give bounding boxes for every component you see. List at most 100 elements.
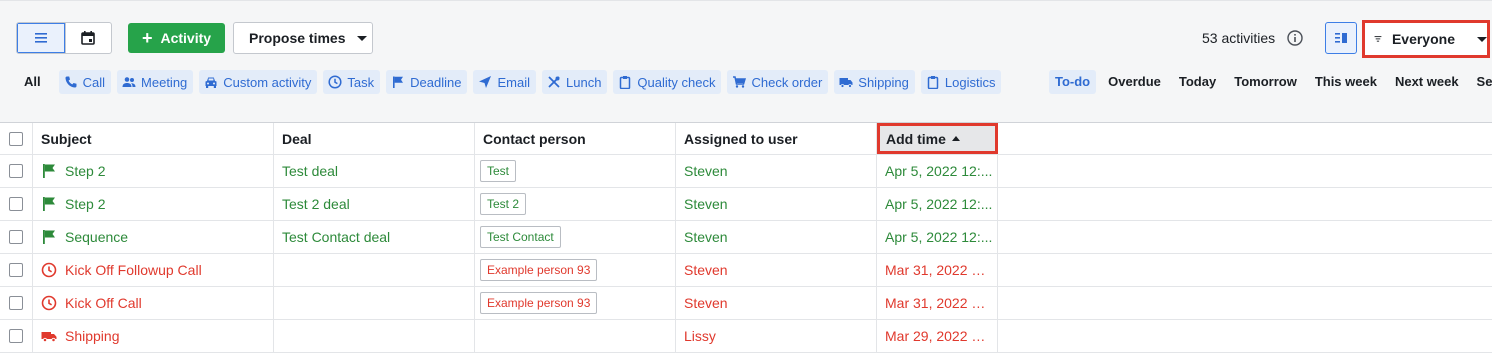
deal-cell[interactable]: Test 2 deal (274, 188, 475, 220)
table-row[interactable]: Sequence Test Contact deal Test Contact … (0, 221, 1492, 254)
filter-lunch[interactable]: Lunch (542, 70, 608, 94)
subject-cell[interactable]: Step 2 (33, 188, 274, 220)
row-select-cell (0, 254, 33, 286)
info-icon[interactable] (1287, 30, 1303, 46)
period-tomorrow[interactable]: Tomorrow (1228, 70, 1303, 94)
filter-meeting-label: Meeting (141, 74, 188, 90)
car-icon (205, 77, 217, 88)
owner-filter-label: Everyone (1391, 31, 1455, 47)
deal-link[interactable]: Test 2 deal (282, 196, 350, 212)
clock-icon (41, 262, 57, 278)
filter-shipping[interactable]: Shipping (834, 70, 915, 94)
period-select[interactable]: Select p (1471, 70, 1492, 94)
column-add-time[interactable]: Add time (877, 123, 998, 154)
calendar-view-button[interactable] (64, 23, 112, 53)
period-today[interactable]: Today (1173, 70, 1222, 94)
column-contact-person[interactable]: Contact person (475, 123, 676, 154)
filter-check-order[interactable]: Check order (727, 70, 829, 94)
split-view-button[interactable] (1325, 22, 1357, 54)
subject-cell[interactable]: Shipping (33, 320, 274, 352)
filter-logistics[interactable]: Logistics (920, 70, 1002, 94)
deal-cell[interactable] (274, 254, 475, 286)
row-checkbox[interactable] (9, 230, 23, 244)
contact-cell[interactable]: Example person 93 (475, 254, 676, 286)
filter-quality-check[interactable]: Quality check (613, 70, 722, 94)
contact-cell[interactable]: Test (475, 155, 676, 187)
column-assigned-user[interactable]: Assigned to user (676, 123, 877, 154)
filter-email[interactable]: Email (473, 70, 536, 94)
deal-link[interactable]: Test Contact deal (282, 229, 390, 245)
period-overdue[interactable]: Overdue (1102, 70, 1167, 94)
subject-cell[interactable]: Step 2 (33, 155, 274, 187)
flag-icon (43, 230, 55, 244)
filter-call[interactable]: Call (58, 70, 112, 94)
subject-link[interactable]: Kick Off Call (65, 295, 142, 311)
subject-cell[interactable]: Sequence (33, 221, 274, 253)
contact-cell[interactable]: Test Contact (475, 221, 676, 253)
propose-times-button[interactable]: Propose times (233, 22, 373, 54)
subject-link[interactable]: Sequence (65, 229, 128, 245)
period-next-week[interactable]: Next week (1389, 70, 1465, 94)
row-filler (998, 155, 1492, 187)
contact-tag[interactable]: Test 2 (480, 193, 527, 215)
contact-cell[interactable]: Example person 93 (475, 287, 676, 319)
period-this-week[interactable]: This week (1309, 70, 1383, 94)
column-deal[interactable]: Deal (274, 123, 475, 154)
row-checkbox[interactable] (9, 164, 23, 178)
filter-meeting[interactable]: Meeting (117, 70, 194, 94)
contact-tag[interactable]: Test Contact (480, 226, 561, 248)
filter-deadline[interactable]: Deadline (386, 70, 468, 94)
add-time-value: Mar 29, 2022 5:... (885, 328, 993, 344)
deal-cell[interactable]: Test deal (274, 155, 475, 187)
user-cell: Lissy (676, 320, 877, 352)
deal-cell[interactable] (274, 320, 475, 352)
row-checkbox[interactable] (9, 197, 23, 211)
assigned-user: Steven (684, 196, 728, 212)
row-checkbox[interactable] (9, 329, 23, 343)
cart-icon (733, 76, 747, 88)
contact-tag[interactable]: Example person 93 (480, 259, 598, 281)
subject-cell[interactable]: Kick Off Call (33, 287, 274, 319)
add-time-cell: Mar 31, 2022 9:... (877, 254, 998, 286)
subject-cell[interactable]: Kick Off Followup Call (33, 254, 274, 286)
period-todo[interactable]: To-do (1049, 70, 1097, 94)
deal-cell[interactable] (274, 287, 475, 319)
contact-tag[interactable]: Test (480, 160, 517, 182)
contact-cell[interactable] (475, 320, 676, 352)
user-cell: Steven (676, 287, 877, 319)
owner-filter-dropdown[interactable]: Everyone (1362, 20, 1490, 58)
table-row[interactable]: Kick Off Followup Call Example person 93… (0, 254, 1492, 287)
filter-task[interactable]: Task (323, 70, 381, 94)
assigned-user: Steven (684, 295, 728, 311)
filter-task-label: Task (347, 74, 375, 90)
row-filler (998, 320, 1492, 352)
deal-cell[interactable]: Test Contact deal (274, 221, 475, 253)
add-time-value: Mar 31, 2022 9:... (885, 295, 993, 311)
subject-link[interactable]: Shipping (65, 328, 120, 344)
flag-icon (393, 76, 404, 88)
subject-link[interactable]: Step 2 (65, 163, 105, 179)
contact-cell[interactable]: Test 2 (475, 188, 676, 220)
table-row[interactable]: Step 2 Test 2 deal Test 2 Steven Apr 5, … (0, 188, 1492, 221)
table-row[interactable]: Shipping Lissy Mar 29, 2022 5:... (0, 320, 1492, 353)
assigned-user: Lissy (684, 328, 716, 344)
clock-icon (41, 295, 57, 311)
row-checkbox[interactable] (9, 296, 23, 310)
column-subject[interactable]: Subject (33, 123, 274, 154)
subject-link[interactable]: Kick Off Followup Call (65, 262, 202, 278)
table-row[interactable]: Step 2 Test deal Test Steven Apr 5, 2022… (0, 155, 1492, 188)
chevron-down-icon (357, 35, 368, 41)
contact-tag[interactable]: Example person 93 (480, 292, 598, 314)
deal-link[interactable]: Test deal (282, 163, 338, 179)
assigned-user: Steven (684, 262, 728, 278)
filter-email-label: Email (497, 74, 530, 90)
table-row[interactable]: Kick Off Call Example person 93 Steven M… (0, 287, 1492, 320)
row-checkbox[interactable] (9, 263, 23, 277)
filter-all[interactable]: All (16, 70, 49, 94)
select-all-checkbox[interactable] (9, 131, 23, 146)
filter-custom-activity[interactable]: Custom activity (199, 70, 318, 94)
add-activity-button[interactable]: + Activity (128, 23, 225, 53)
subject-link[interactable]: Step 2 (65, 196, 105, 212)
user-cell: Steven (676, 188, 877, 220)
list-view-button[interactable] (17, 23, 65, 53)
